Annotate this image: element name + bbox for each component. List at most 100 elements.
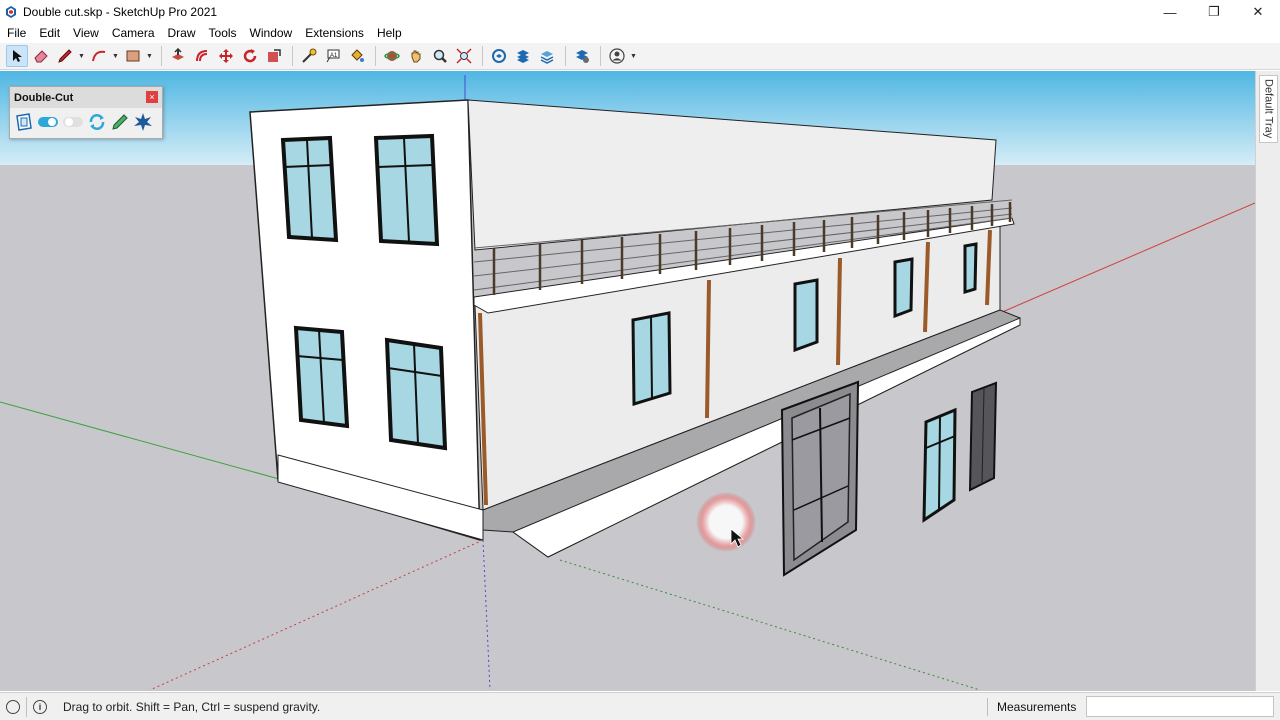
svg-text:A1: A1 <box>330 53 338 59</box>
shape-tool-dropdown-icon[interactable]: ▼ <box>146 53 153 60</box>
menu-window[interactable]: Window <box>250 26 293 40</box>
cut-opening-icon <box>16 113 32 131</box>
layers-stack-icon <box>540 51 554 64</box>
arc-tool-dropdown-icon[interactable]: ▼ <box>112 53 119 60</box>
menu-draw[interactable]: Draw <box>168 26 196 40</box>
main-toolbar: ▼ ▼ ▼ A1 ▼ <box>0 43 1280 70</box>
measurements-input[interactable] <box>1086 696 1274 717</box>
default-tray: Default Tray <box>1255 71 1280 691</box>
menu-camera[interactable]: Camera <box>112 26 155 40</box>
sketchup-logo-icon <box>6 6 16 18</box>
magnifier-icon <box>433 49 447 63</box>
scale-icon <box>268 49 281 62</box>
warehouse-tool-button[interactable] <box>488 45 510 67</box>
window-component <box>922 407 957 523</box>
push-pull-icon <box>172 48 184 60</box>
toolbar-separator <box>375 46 376 66</box>
double-cut-title[interactable]: Double-Cut <box>10 87 162 108</box>
model-viewport[interactable] <box>0 71 1255 691</box>
toolbar-separator <box>292 46 293 66</box>
double-cut-tools <box>10 108 162 136</box>
rotate-tool-button[interactable] <box>239 45 261 67</box>
double-cut-toggle-on[interactable] <box>37 112 59 132</box>
menu-view[interactable]: View <box>73 26 99 40</box>
info-icon[interactable]: i <box>33 699 47 714</box>
double-cut-toggle-off[interactable] <box>62 112 84 132</box>
zoom-extents-tool-button[interactable] <box>453 45 475 67</box>
default-tray-tab[interactable]: Default Tray <box>1259 75 1278 143</box>
shape-tool-button[interactable] <box>122 45 144 67</box>
pan-tool-button[interactable] <box>405 45 427 67</box>
menu-file[interactable]: File <box>7 26 26 40</box>
explode-icon <box>134 113 152 131</box>
measurements-label: Measurements <box>997 700 1077 714</box>
cursor-arrow-icon <box>13 50 22 62</box>
toggle-off-icon <box>63 117 83 127</box>
toolbar-separator <box>565 46 566 66</box>
menu-help[interactable]: Help <box>377 26 402 40</box>
click-highlight <box>696 492 756 552</box>
default-tray-label: Default Tray <box>1262 79 1275 139</box>
toolbar-separator <box>161 46 162 66</box>
tape-measure-tool-button[interactable] <box>298 45 320 67</box>
double-cut-panel[interactable]: Double-Cut × <box>9 86 163 139</box>
double-cut-close-button[interactable]: × <box>146 91 158 103</box>
menu-bar: File Edit View Camera Draw Tools Window … <box>0 24 1280 42</box>
pencil-icon <box>58 49 72 63</box>
hand-pan-icon <box>411 50 421 63</box>
arc-icon <box>92 50 106 62</box>
status-bar: i Drag to orbit. Shift = Pan, Ctrl = sus… <box>0 692 1280 720</box>
orbit-tool-button[interactable] <box>381 45 403 67</box>
minimize-button[interactable]: — <box>1148 0 1192 24</box>
rectangle-icon <box>126 50 140 62</box>
line-tool-button[interactable] <box>54 45 76 67</box>
status-separator <box>26 696 27 717</box>
select-tool-button[interactable] <box>6 45 28 67</box>
menu-edit[interactable]: Edit <box>39 26 60 40</box>
measurements-separator <box>987 698 988 716</box>
tape-measure-icon <box>302 48 317 63</box>
geo-location-icon[interactable] <box>6 699 20 714</box>
pencil-edit-icon <box>112 114 128 130</box>
orbit-icon <box>384 51 400 61</box>
push-pull-tool-button[interactable] <box>167 45 189 67</box>
double-cut-cut-button[interactable] <box>14 112 34 132</box>
window-title: Double cut.skp - SketchUp Pro 2021 <box>23 5 218 19</box>
extension-manager-tool-button[interactable] <box>571 45 593 67</box>
text-tool-button[interactable]: A1 <box>322 45 344 67</box>
line-tool-dropdown-icon[interactable]: ▼ <box>78 53 85 60</box>
restore-button[interactable]: ❐ <box>1192 0 1236 24</box>
double-cut-edit-button[interactable] <box>110 112 130 132</box>
toolbar-separator <box>600 46 601 66</box>
toolbar-separator <box>482 46 483 66</box>
move-arrows-icon <box>219 49 233 63</box>
scene-canvas[interactable] <box>0 71 1255 691</box>
move-tool-button[interactable] <box>215 45 237 67</box>
extension-warehouse-tool-button[interactable] <box>512 45 534 67</box>
refresh-icon <box>89 114 105 130</box>
layout-tool-button[interactable] <box>536 45 558 67</box>
menu-tools[interactable]: Tools <box>209 26 237 40</box>
user-account-icon <box>609 48 625 64</box>
scale-tool-button[interactable] <box>263 45 285 67</box>
3d-warehouse-icon <box>492 49 506 63</box>
account-dropdown-icon[interactable]: ▼ <box>630 53 637 60</box>
arc-tool-button[interactable] <box>88 45 110 67</box>
rotate-icon <box>243 49 257 63</box>
zoom-extents-icon <box>456 48 472 64</box>
shutter-component <box>968 381 998 492</box>
double-cut-explode-button[interactable] <box>133 112 153 132</box>
account-tool-button[interactable] <box>606 45 628 67</box>
offset-tool-button[interactable] <box>191 45 213 67</box>
eraser-icon <box>34 50 48 63</box>
double-cut-refresh-button[interactable] <box>87 112 107 132</box>
eraser-tool-button[interactable] <box>30 45 52 67</box>
menu-extensions[interactable]: Extensions <box>305 26 364 40</box>
status-hint: Drag to orbit. Shift = Pan, Ctrl = suspe… <box>63 699 321 714</box>
zoom-tool-button[interactable] <box>429 45 451 67</box>
paint-bucket-tool-button[interactable] <box>346 45 368 67</box>
toggle-on-icon <box>38 117 58 127</box>
offset-icon <box>196 50 208 62</box>
text-label-icon: A1 <box>326 49 340 63</box>
close-button[interactable]: ✕ <box>1236 0 1280 24</box>
